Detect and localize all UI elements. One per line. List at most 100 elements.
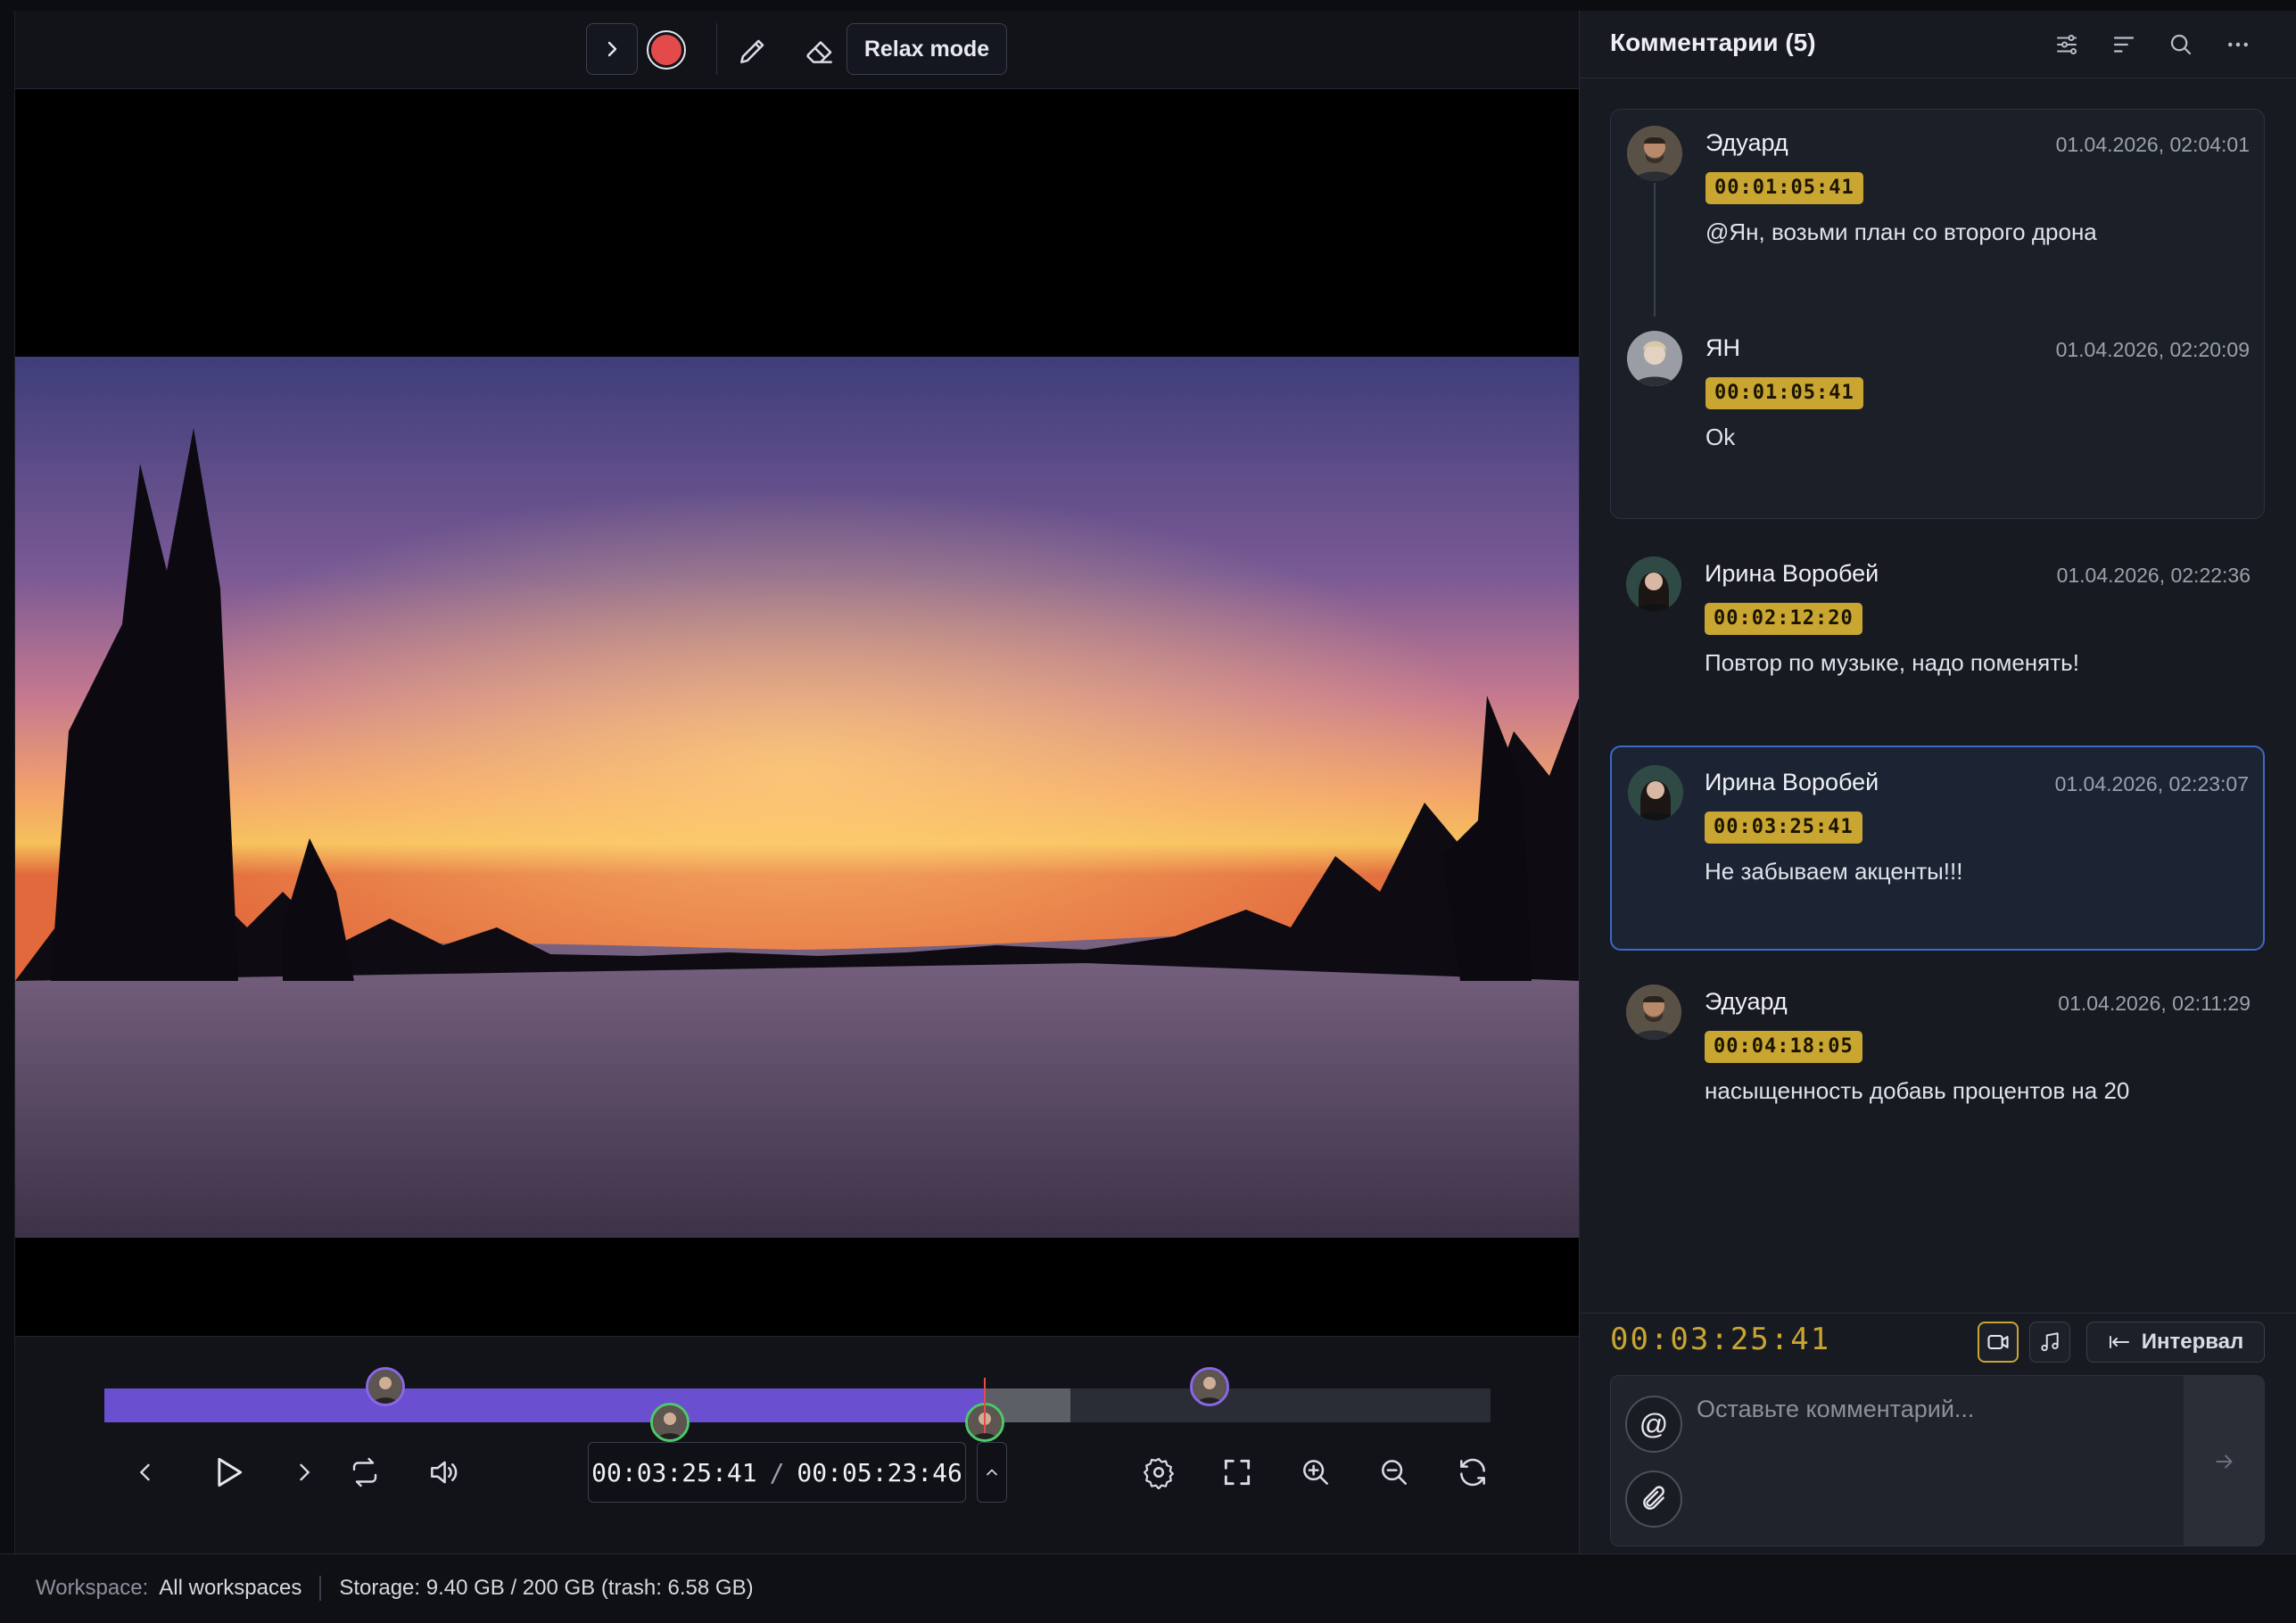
pencil-icon: [740, 39, 764, 63]
relax-mode-button[interactable]: Relax mode: [847, 23, 1007, 75]
record-icon: [651, 35, 681, 65]
comment-timecode[interactable]: 00:03:25:41: [1705, 812, 1862, 844]
chevron-right-icon: [300, 1463, 310, 1481]
comment-thread[interactable]: Эдуард 01.04.2026, 02:04:01 00:01:05:41 …: [1610, 109, 2265, 519]
zoom-out-button[interactable]: [1369, 1447, 1419, 1497]
video-canvas[interactable]: [15, 89, 1580, 1336]
comment-marker[interactable]: [1189, 1367, 1229, 1406]
pen-tool-button[interactable]: [731, 29, 775, 73]
storage-text: Storage: 9.40 GB / 200 GB (trash: 6.58 G…: [339, 1576, 754, 1600]
avatar: [1626, 556, 1681, 612]
comment-text: Повтор по музыке, надо поменять!: [1705, 649, 2079, 676]
zoom-in-button[interactable]: [1291, 1447, 1341, 1497]
comment-timecode[interactable]: 00:01:05:41: [1705, 377, 1863, 409]
eraser-tool-button[interactable]: [798, 29, 843, 73]
play-icon: [218, 1457, 243, 1487]
filter-button[interactable]: [2047, 25, 2086, 64]
refresh-icon: [1460, 1458, 1485, 1487]
interval-label: Интервал: [2141, 1330, 2244, 1354]
record-button[interactable]: [647, 30, 686, 70]
comment-card[interactable]: Ирина Воробей 01.04.2026, 02:22:36 00:02…: [1610, 537, 2265, 742]
fullscreen-button[interactable]: [1212, 1447, 1262, 1497]
comment-author: Эдуард: [1705, 129, 1788, 156]
status-bar: Workspace: All workspaces Storage: 9.40 …: [0, 1553, 2296, 1623]
workspace-value[interactable]: All workspaces: [159, 1576, 301, 1601]
workspace-label: Workspace:: [36, 1576, 149, 1600]
toolbar-divider: [716, 23, 717, 75]
interval-icon: [2109, 1336, 2129, 1348]
reset-button[interactable]: [1448, 1447, 1498, 1497]
comment-date: 01.04.2026, 02:20:09: [2055, 338, 2250, 361]
thread-connector: [1654, 183, 1656, 317]
arrow-right-icon: [2216, 1454, 2233, 1469]
settings-button[interactable]: [1134, 1447, 1184, 1497]
music-note-icon: [2041, 1332, 2059, 1352]
comment-text: @Ян, возьми план со второго дрона: [1705, 218, 2097, 245]
play-button[interactable]: [199, 1444, 256, 1501]
comment-author: ЯН: [1705, 334, 1740, 361]
current-time: 00:03:25:41: [591, 1457, 757, 1487]
time-display: 00:03:25:41 / 00:05:23:46: [588, 1442, 966, 1503]
next-frame-button[interactable]: [279, 1447, 329, 1497]
user-avatar-icon: [1626, 556, 1681, 612]
more-icon: [2228, 42, 2248, 47]
comments-title: Комментарии (5): [1610, 29, 1816, 56]
interval-button[interactable]: Интервал: [2086, 1322, 2265, 1363]
volume-icon: [431, 1461, 458, 1484]
comment-timecode[interactable]: 00:02:12:20: [1705, 603, 1862, 635]
expand-button[interactable]: [586, 23, 638, 75]
comment-text: Не забываем акценты!!!: [1705, 858, 1963, 885]
avatar: [1627, 126, 1682, 181]
comments-header: Комментарии (5): [1580, 11, 2296, 78]
timeline-area: 00:03:25:41 / 00:05:23:46: [15, 1336, 1580, 1553]
attach-button[interactable]: [1625, 1471, 1682, 1528]
total-time: 00:05:23:46: [797, 1457, 962, 1487]
comment-author: Ирина Воробей: [1705, 560, 1879, 587]
comment-marker[interactable]: [650, 1403, 690, 1442]
video-frame-image: [15, 357, 1580, 1238]
comment-text: насыщенность добавь процентов на 20: [1705, 1077, 2130, 1104]
user-avatar-icon: [1628, 765, 1683, 820]
comment-input[interactable]: [1697, 1376, 2178, 1545]
video-camera-icon: [1987, 1334, 2009, 1350]
settings-icon: [1144, 1457, 1174, 1489]
comment-author: Ирина Воробей: [1705, 769, 1879, 795]
loop-button[interactable]: [340, 1447, 390, 1497]
video-frame: [15, 357, 1580, 1238]
mention-button[interactable]: @: [1625, 1396, 1682, 1453]
search-button[interactable]: [2161, 25, 2201, 64]
comments-panel: Комментарии (5) Эдуард 01.04.2026, 02:04…: [1579, 11, 2296, 1553]
chevron-up-icon: [987, 1469, 997, 1476]
more-button[interactable]: [2218, 25, 2258, 64]
comment-marker[interactable]: [366, 1367, 406, 1406]
comment-card[interactable]: Эдуард 01.04.2026, 02:11:29 00:04:18:05 …: [1610, 968, 2265, 1174]
marker-avatar-icon: [653, 1405, 688, 1439]
marker-avatar-icon: [1192, 1370, 1226, 1404]
comment-date: 01.04.2026, 02:22:36: [2056, 564, 2251, 587]
comment-text: Ok: [1705, 424, 1736, 450]
comment-composer: @: [1610, 1375, 2265, 1546]
video-mode-button[interactable]: [1978, 1322, 2019, 1363]
zoom-in-icon: [1303, 1460, 1328, 1485]
time-format-toggle[interactable]: [977, 1442, 1007, 1503]
comment-timecode[interactable]: 00:04:18:05: [1705, 1031, 1862, 1063]
comment-markers: [15, 1337, 1580, 1442]
annotation-toolbar: Relax mode: [15, 11, 1580, 89]
composer-timecode[interactable]: 00:03:25:41: [1610, 1322, 1830, 1357]
prev-frame-button[interactable]: [120, 1447, 170, 1497]
audio-mode-button[interactable]: [2029, 1322, 2070, 1363]
comment-timecode[interactable]: 00:01:05:41: [1705, 172, 1863, 204]
volume-button[interactable]: [418, 1447, 468, 1497]
user-avatar-icon: [1627, 331, 1682, 386]
comment-date: 01.04.2026, 02:23:07: [2054, 772, 2249, 795]
sort-icon: [2113, 37, 2135, 53]
eraser-icon: [806, 41, 832, 63]
marker-avatar-icon: [368, 1370, 403, 1404]
send-button[interactable]: [2184, 1376, 2264, 1545]
comment-card-selected[interactable]: Ирина Воробей 01.04.2026, 02:23:07 00:03…: [1610, 746, 2265, 951]
sort-button[interactable]: [2104, 25, 2143, 64]
mention-icon: @: [1639, 1407, 1669, 1440]
time-separator: /: [769, 1457, 785, 1487]
playhead[interactable]: [983, 1378, 986, 1433]
video-player: Relax mode 00:03:25:41 / 00:05:23:46: [14, 11, 1580, 1553]
